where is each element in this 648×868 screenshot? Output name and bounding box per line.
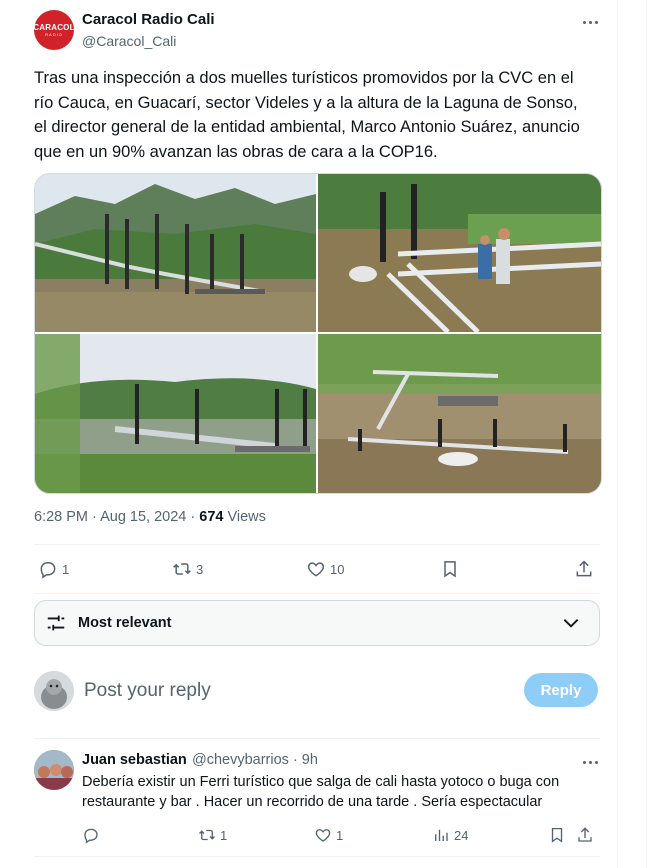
avatar-logo-subtext: RADIO: [45, 31, 63, 37]
like-button[interactable]: 10: [306, 554, 344, 584]
repost-count: 3: [196, 561, 204, 577]
repost-icon: [173, 563, 191, 575]
comment-avatar[interactable]: [34, 750, 74, 790]
author-handle[interactable]: @Caracol_Cali: [82, 33, 176, 49]
tweet-text: Tras una inspección a dos muelles turíst…: [34, 69, 580, 161]
reply-button[interactable]: 1: [38, 554, 69, 584]
comment-bookmark-button[interactable]: [548, 824, 566, 846]
more-icon[interactable]: [580, 14, 600, 30]
comment-like-button[interactable]: 1: [314, 824, 343, 846]
comment-actions: 1 1 24: [82, 824, 600, 848]
user-avatar[interactable]: [34, 671, 74, 711]
chevron-down-icon: [563, 619, 579, 628]
views-icon: [435, 829, 448, 841]
author-avatar[interactable]: CARACOL RADIO: [33, 10, 75, 50]
divider: [34, 593, 600, 594]
reply-icon: [84, 828, 98, 844]
sort-dropdown[interactable]: Most relevant: [34, 600, 600, 646]
comment-author-handle[interactable]: @chevybarrios · 9h: [192, 752, 318, 768]
share-icon: [578, 827, 592, 842]
comment-share-button[interactable]: [576, 824, 594, 846]
comment-reply-button[interactable]: [82, 824, 104, 846]
like-icon: [307, 562, 325, 577]
timestamp[interactable]: 6:28 PM · Aug 15, 2024 ·: [34, 509, 199, 525]
divider: [34, 544, 600, 545]
views-label: Views: [223, 509, 266, 525]
like-icon: [315, 829, 331, 842]
reply-composer: Post your reply Reply: [34, 671, 600, 713]
reply-input[interactable]: Post your reply: [84, 680, 211, 702]
bookmark-button[interactable]: [440, 554, 460, 584]
comment-views-count: 24: [454, 827, 469, 843]
repost-icon: [199, 829, 215, 841]
comment-repost-count: 1: [220, 827, 228, 843]
share-button[interactable]: [574, 554, 594, 584]
views-count: 674: [199, 509, 224, 525]
comment-author-name[interactable]: Juan sebastian: [82, 752, 187, 768]
author-name[interactable]: Caracol Radio Cali: [82, 11, 215, 28]
bookmark-icon: [444, 561, 456, 578]
avatar-logo-text: CARACOL: [33, 22, 75, 32]
share-icon: [576, 560, 592, 577]
photo-4[interactable]: [318, 334, 601, 493]
like-count: 10: [330, 561, 345, 577]
photo-2[interactable]: [318, 174, 601, 332]
tweet-header: CARACOL RADIO Caracol Radio Cali @Caraco…: [33, 10, 600, 54]
reply-count: 1: [62, 561, 70, 577]
divider: [34, 738, 600, 739]
reply-submit-button[interactable]: Reply: [524, 673, 598, 707]
right-gutter: [618, 0, 648, 868]
photo-3[interactable]: [35, 334, 316, 493]
comment-like-count: 1: [336, 827, 344, 843]
comment-text: Debería existir un Ferri turístico que s…: [82, 774, 560, 810]
more-icon[interactable]: [580, 754, 600, 770]
divider: [34, 856, 600, 857]
photo-1[interactable]: [35, 174, 316, 332]
sort-label: Most relevant: [78, 615, 172, 631]
bookmark-icon: [551, 827, 563, 843]
reply-icon: [40, 562, 56, 579]
media-grid: [34, 173, 602, 494]
repost-button[interactable]: 3: [172, 554, 203, 584]
tweet-meta: 6:28 PM · Aug 15, 2024 · 674 Views: [34, 509, 266, 525]
comment-views-button[interactable]: 24: [432, 824, 468, 846]
filter-icon: [47, 615, 65, 631]
comment-repost-button[interactable]: 1: [198, 824, 227, 846]
tweet-actions: 1 3 10: [34, 554, 600, 584]
